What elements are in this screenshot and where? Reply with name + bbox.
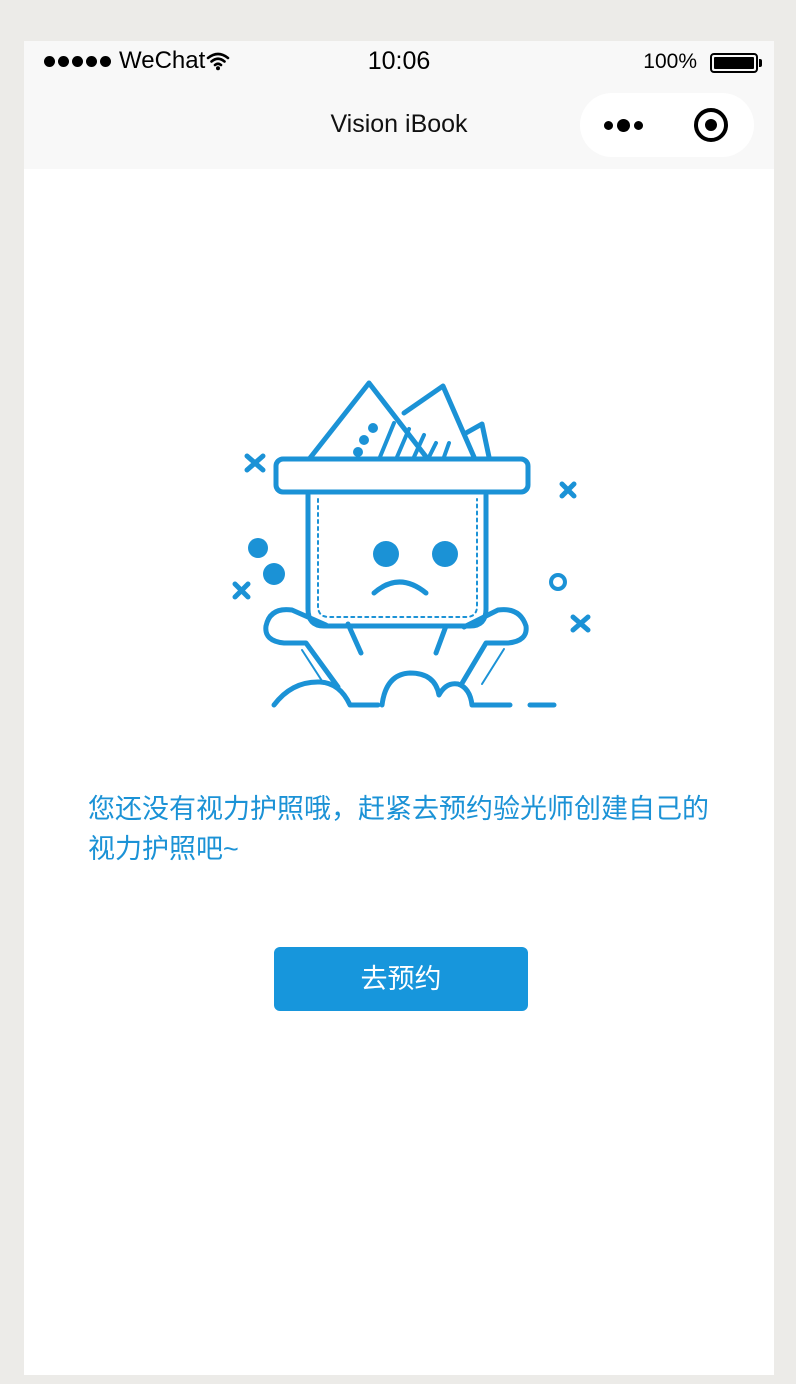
empty-passport-message: 您还没有视力护照哦，赶紧去预约验光师创建自己的视力护照吧~ bbox=[88, 794, 709, 864]
close-target-icon[interactable] bbox=[667, 93, 754, 157]
status-bar: WeChat 10:06 100% bbox=[24, 41, 774, 81]
more-dots-icon[interactable] bbox=[580, 93, 667, 157]
mini-program-capsule bbox=[580, 93, 754, 157]
sad-box-icon bbox=[232, 380, 591, 708]
battery-icon bbox=[710, 53, 762, 73]
nav-bar: Vision iBook bbox=[24, 81, 774, 169]
battery-percent: 100% bbox=[643, 50, 697, 73]
phone-screen: WeChat 10:06 100% Vision iBook 您还没有视力护照哦… bbox=[24, 41, 774, 1375]
book-appointment-button[interactable]: 去预约 bbox=[274, 947, 528, 1011]
